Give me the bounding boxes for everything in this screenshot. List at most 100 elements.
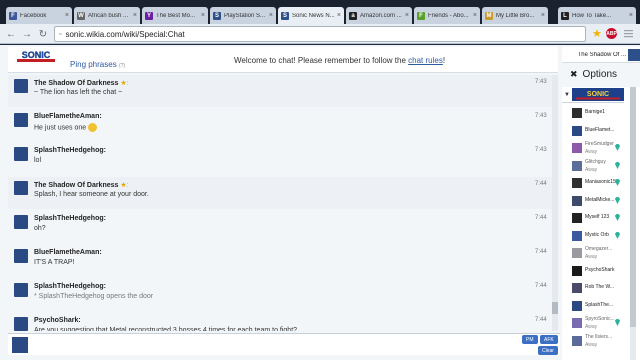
wiki-room-banner[interactable]: ▼ SONIC <box>562 87 624 103</box>
message-scrollbar[interactable] <box>552 75 558 331</box>
browser-tab[interactable]: W African bush ... × <box>74 7 140 24</box>
clear-button[interactable]: Clear <box>538 346 558 355</box>
user-avatar <box>572 300 582 311</box>
bookmark-star-icon[interactable]: ★ <box>592 27 602 40</box>
user-list-item[interactable]: SpyroSonic... Away <box>562 315 624 332</box>
collapse-arrow-icon[interactable]: ▼ <box>564 92 570 98</box>
tab-favicon-icon: a <box>349 11 357 20</box>
tab-close-icon[interactable]: × <box>269 12 273 19</box>
user-list-item[interactable]: Maniasonic15 <box>562 175 624 192</box>
user-list-item[interactable]: Myself 123 <box>562 210 624 227</box>
user-list-item[interactable]: PsychoShark <box>562 263 624 280</box>
message-username[interactable]: BlueFlametheAman: <box>34 113 102 120</box>
ping-phrases-link[interactable]: Ping phrases (?) <box>70 60 125 69</box>
message-timestamp: 7:44 <box>535 249 547 255</box>
afk-button[interactable]: AFK <box>540 335 558 344</box>
user-away-status: Away <box>585 149 598 155</box>
message-scrollbar-thumb[interactable] <box>552 302 558 314</box>
message-text: ~ The lion has left the chat ~ <box>34 89 122 96</box>
chat-message: PsychoShark: Are you suggesting that Meta… <box>8 313 552 331</box>
browser-tab[interactable]: M My Little Bro... × <box>482 7 548 24</box>
user-away-status: Away <box>585 166 598 173</box>
tab-close-icon[interactable]: × <box>65 12 69 19</box>
back-icon[interactable]: ← <box>4 27 18 41</box>
browser-tab[interactable]: a Amazon.com ... × <box>346 7 412 24</box>
adblock-icon[interactable]: ABP <box>606 28 617 39</box>
chat-message: The Shadow Of Darkness ★: ~ The lion has … <box>8 75 552 107</box>
user-list: ▼ SONIC Barnige1 BlueFlamet... FireSmudger… <box>562 87 640 360</box>
message-body: oh? <box>34 225 46 232</box>
message-username[interactable]: BlueFlametheAman: <box>34 249 102 256</box>
message-avatar[interactable] <box>14 79 28 93</box>
chat-rules-link[interactable]: chat rules <box>408 56 443 65</box>
user-name: The Ilsiers... <box>585 333 613 340</box>
user-list-item[interactable]: The Ilsiers... Away <box>562 333 624 350</box>
forward-icon[interactable]: → <box>20 27 34 41</box>
message-avatar[interactable] <box>14 181 28 195</box>
chat-message: SplashTheHedgehog: oh? 7:44 <box>8 211 552 243</box>
moderator-gem-icon <box>614 319 621 326</box>
message-avatar[interactable] <box>14 147 28 161</box>
tab-close-icon[interactable]: × <box>541 12 545 19</box>
tab-close-icon[interactable]: × <box>133 12 137 19</box>
pm-button[interactable]: PM <box>522 335 538 344</box>
tab-close-icon[interactable]: × <box>337 12 341 19</box>
browser-tab[interactable]: S PlayStation S... × <box>210 7 276 24</box>
message-timestamp: 7:44 <box>535 317 547 323</box>
message-username[interactable]: PsychoShark: <box>34 317 81 324</box>
user-avatar <box>572 160 582 171</box>
user-list-scrollbar-thumb[interactable] <box>630 87 636 327</box>
tab-favicon-icon: F <box>417 11 425 20</box>
user-list-item[interactable]: BlueFlamet... <box>562 123 624 140</box>
smiley-emoticon-icon <box>88 123 98 132</box>
message-avatar[interactable] <box>14 249 28 263</box>
user-list-item[interactable]: MetalMicke... <box>562 193 624 210</box>
reload-icon[interactable]: ↻ <box>36 27 50 41</box>
message-input[interactable] <box>34 336 518 354</box>
user-name: FireSmudger <box>585 141 614 147</box>
tab-close-icon[interactable]: × <box>405 12 409 19</box>
user-name: Omegazer... <box>585 246 613 252</box>
browser-tab[interactable]: S Sonic News N... × <box>278 7 344 24</box>
browser-tab[interactable]: Y The Best Mo... × <box>142 7 208 24</box>
user-list-item[interactable]: SplashThe... <box>562 298 624 315</box>
moderator-gem-icon <box>614 214 621 221</box>
user-list-item[interactable]: Omegazer... Away <box>562 245 624 262</box>
message-username-text: The Shadow Of Darkness <box>34 80 119 87</box>
message-username[interactable]: SplashTheHedgehog: <box>34 283 106 290</box>
message-body: * SplashTheHedgehog opens the door <box>34 293 154 300</box>
user-list-item[interactable]: Glitchguy Away <box>562 158 624 175</box>
tab-close-icon[interactable]: × <box>629 12 633 19</box>
options-button[interactable]: ✖ Options <box>562 67 640 81</box>
user-avatar <box>572 318 582 328</box>
user-avatar <box>572 283 582 293</box>
browser-tab[interactable]: F Friends - Abo... × <box>414 7 480 24</box>
message-avatar[interactable] <box>14 317 28 331</box>
user-away-status: Away <box>585 341 598 348</box>
browser-tab[interactable]: L How To Take... × <box>558 7 636 24</box>
address-bar[interactable]: ▫ sonic.wikia.com/wiki/Special:Chat <box>54 26 586 42</box>
user-list-item[interactable]: FireSmudger Away <box>562 140 624 157</box>
message-text: lol <box>34 157 41 164</box>
browser-menu-icon[interactable]: ― ― ― <box>624 26 633 41</box>
user-avatar <box>572 125 582 136</box>
tab-close-icon[interactable]: × <box>473 12 477 19</box>
message-username[interactable]: The Shadow Of Darkness ★: <box>34 181 129 189</box>
browser-tab[interactable]: F Facebook × <box>6 7 72 24</box>
chat-message: SplashTheHedgehog: * SplashTheHedgehog op… <box>8 279 552 311</box>
user-name: Glitchguy <box>585 158 606 165</box>
message-username[interactable]: SplashTheHedgehog: <box>34 147 106 154</box>
tab-favicon-icon: M <box>485 11 493 20</box>
user-list-item[interactable]: Rob The W... <box>562 280 624 297</box>
user-list-item[interactable]: Barnige1 <box>562 105 624 122</box>
user-name: Maniasonic15 <box>585 179 616 185</box>
message-avatar[interactable] <box>14 113 28 127</box>
tab-close-icon[interactable]: × <box>201 12 205 19</box>
url-text: sonic.wikia.com/wiki/Special:Chat <box>65 29 185 39</box>
user-list-item[interactable]: Mystic Orb <box>562 228 624 245</box>
message-avatar[interactable] <box>14 283 28 297</box>
message-avatar[interactable] <box>14 215 28 229</box>
message-username[interactable]: SplashTheHedgehog: <box>34 215 106 222</box>
message-username[interactable]: The Shadow Of Darkness ★: <box>34 79 129 87</box>
user-avatar <box>572 108 582 118</box>
